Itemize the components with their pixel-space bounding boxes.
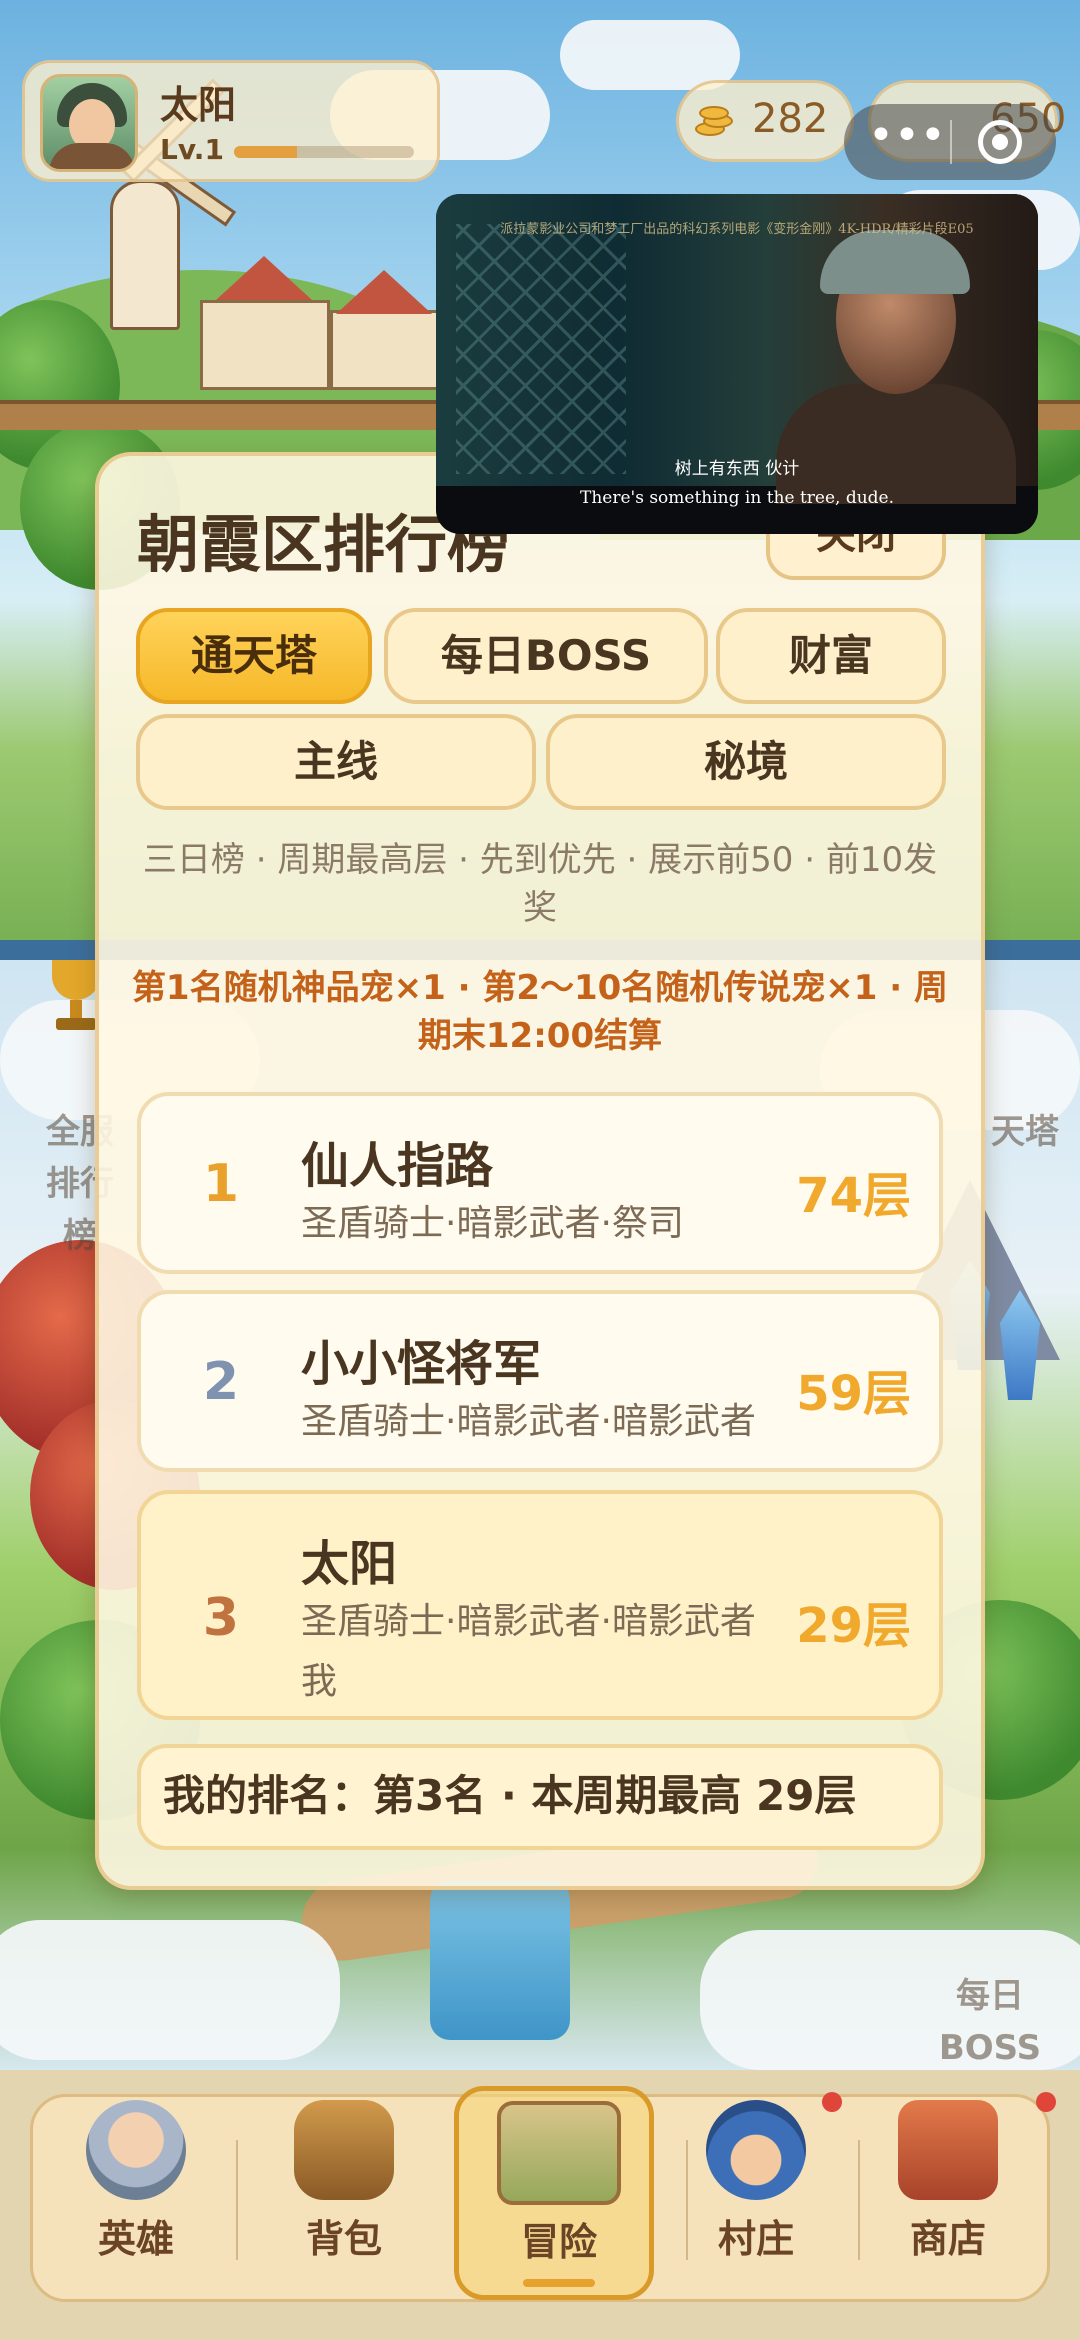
entry-score: 74层	[796, 1168, 911, 1224]
nav-item-adventure[interactable]: 冒险	[454, 2086, 654, 2300]
rank-number: 3	[202, 1588, 240, 1648]
nav-divider	[858, 2140, 860, 2260]
xp-bar	[234, 146, 414, 158]
windmill	[110, 180, 180, 330]
mini-program-capsule: •••	[844, 104, 1056, 180]
nav-item-hero[interactable]: 英雄	[56, 2100, 216, 2310]
entry-score: 59层	[796, 1366, 911, 1422]
more-icon[interactable]: •••	[868, 114, 946, 166]
entry-name: 仙人指路	[301, 1138, 494, 1194]
house	[200, 300, 330, 390]
leaderboard-row[interactable]: 2 小小怪将军 圣盾骑士·暗影武者·暗影武者 59层	[137, 1290, 943, 1472]
entry-team: 圣盾骑士·暗影武者·暗影武者	[301, 1601, 756, 1642]
tab-tower[interactable]: 通天塔	[136, 608, 372, 704]
reward-text: 第1名随机神品宠×1 · 第2～10名随机传说宠×1 · 周期末12:00结算	[131, 968, 949, 1056]
coin-value: 282	[752, 96, 829, 142]
video-fence	[456, 224, 626, 474]
roof	[216, 256, 312, 300]
entry-team: 圣盾骑士·暗影武者·祭司	[301, 1203, 684, 1244]
tab-main-story[interactable]: 主线	[136, 714, 536, 810]
tab-secret-realm[interactable]: 秘境	[546, 714, 946, 810]
nav-label-backpack: 背包	[305, 2217, 382, 2261]
shop-notification-dot	[1036, 2092, 1056, 2112]
shop-icon	[898, 2100, 998, 2200]
leaderboard-row[interactable]: 1 仙人指路 圣盾骑士·暗影武者·祭司 74层	[137, 1092, 943, 1274]
player-level: Lv.1	[160, 133, 224, 166]
daily-boss-label-1: 每日	[956, 1976, 1024, 2016]
nav-label-shop: 商店	[909, 2217, 986, 2261]
self-tag: 我	[301, 1661, 338, 1702]
nav-label-village: 村庄	[717, 2217, 794, 2261]
map-river	[430, 1880, 570, 2040]
rank-number: 1	[202, 1154, 240, 1214]
daily-boss-label-2: BOSS	[938, 2028, 1042, 2068]
nav-item-village[interactable]: 村庄	[676, 2100, 836, 2310]
hero-icon	[86, 2100, 186, 2200]
rank-number: 2	[202, 1352, 240, 1412]
avatar[interactable]	[40, 74, 138, 172]
entry-team: 圣盾骑士·暗影武者·暗影武者	[301, 1401, 756, 1442]
player-name: 太阳	[160, 83, 237, 127]
cloud	[0, 1920, 340, 2060]
house	[330, 310, 440, 390]
my-rank-summary: 我的排名：第3名 · 本周期最高 29层	[137, 1744, 943, 1850]
nav-label-adventure: 冒险	[520, 2220, 597, 2264]
roof	[336, 270, 432, 314]
backpack-icon	[294, 2100, 394, 2200]
subtitle-chinese: 树上有东西 伙计	[674, 459, 800, 479]
leaderboard-row-self[interactable]: 3 太阳 圣盾骑士·暗影武者·暗影武者 我 29层	[137, 1490, 943, 1720]
nav-label-hero: 英雄	[97, 2217, 174, 2261]
nav-divider	[236, 2140, 238, 2260]
close-target-icon[interactable]	[978, 120, 1022, 164]
nav-item-backpack[interactable]: 背包	[264, 2100, 424, 2310]
daily-boss-entry[interactable]: 每日 BOSS	[920, 1970, 1060, 2074]
map-scroll-icon	[497, 2101, 621, 2205]
video-overlay[interactable]: 派拉蒙影业公司和梦工厂出品的科幻系列电影《变形金刚》4K-HDR/精彩片段E05…	[436, 194, 1038, 534]
entry-name: 太阳	[301, 1536, 398, 1592]
subtitle-english: There's something in the tree, dude.	[579, 488, 895, 508]
active-indicator	[523, 2279, 595, 2287]
nav-item-shop[interactable]: 商店	[868, 2100, 1028, 2310]
tower-entry-label[interactable]: 天塔	[980, 1106, 1070, 1158]
xp-fill	[234, 146, 297, 158]
coin-stack-icon	[693, 104, 737, 140]
entry-score: 29层	[796, 1598, 911, 1654]
capsule-divider	[950, 120, 952, 164]
leaderboard-description: 三日榜 · 周期最高层 · 先到优先 · 展示前50 · 前10发奖	[142, 840, 938, 928]
video-banner: 派拉蒙影业公司和梦工厂出品的科幻系列电影《变形金刚》4K-HDR/精彩片段E05	[500, 222, 974, 237]
tab-wealth[interactable]: 财富	[716, 608, 946, 704]
entry-name: 小小怪将军	[301, 1336, 542, 1392]
village-icon	[706, 2100, 806, 2200]
village-notification-dot	[822, 2092, 842, 2112]
video-person-body	[776, 384, 1016, 504]
tab-daily-boss[interactable]: 每日BOSS	[384, 608, 708, 704]
